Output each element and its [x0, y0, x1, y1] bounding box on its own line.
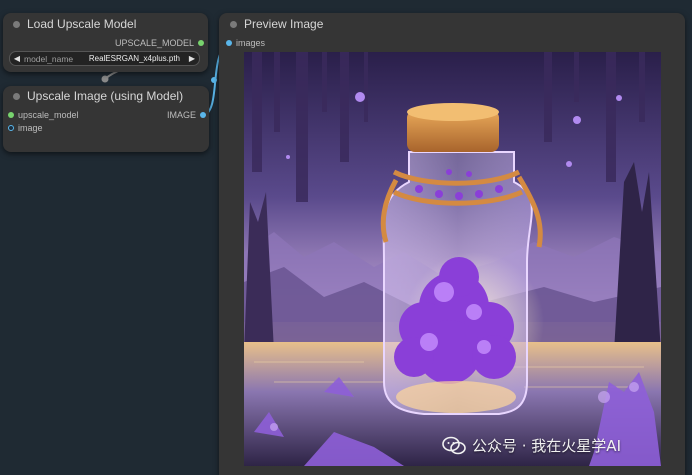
input-label: images [236, 38, 266, 48]
widget-label: model_name [24, 53, 74, 64]
input-label: upscale_model [18, 110, 79, 120]
load-upscale-model-node[interactable]: Load Upscale Model UPSCALE_MODEL ◀ model… [3, 13, 208, 72]
widget-value: RealESRGAN_x4plus.pth [88, 54, 180, 63]
output-connector-dot[interactable] [200, 112, 206, 118]
node-title: Upscale Image (using Model) [27, 89, 184, 103]
circle-dot-icon[interactable] [13, 92, 20, 100]
link-image-midpoint[interactable] [211, 77, 217, 83]
output-slot-upscale-model[interactable]: UPSCALE_MODEL [115, 38, 204, 48]
node-title: Load Upscale Model [27, 17, 137, 31]
output-label: IMAGE [166, 110, 196, 120]
link-midpoint-handle[interactable] [101, 75, 109, 83]
output-slot-image[interactable]: IMAGE [167, 110, 206, 120]
model-name-combo[interactable]: ◀ model_name RealESRGAN_x4plus.pth ▶ [9, 51, 200, 66]
upscale-image-node[interactable]: Upscale Image (using Model) upscale_mode… [3, 86, 209, 152]
triangle-left-icon[interactable]: ◀ [10, 54, 24, 63]
circle-dot-icon[interactable] [230, 20, 237, 28]
node-title: Preview Image [244, 17, 324, 31]
input-connector-dot[interactable] [8, 112, 14, 118]
circle-dot-icon[interactable] [13, 20, 20, 28]
bottle-illustration [244, 52, 661, 466]
wechat-logo-icon [442, 436, 466, 454]
input-connector-dot[interactable] [226, 40, 232, 46]
node-title-bar[interactable]: Load Upscale Model [3, 13, 208, 35]
node-title-bar[interactable]: Preview Image [219, 13, 685, 35]
input-connector-dot[interactable] [8, 125, 14, 131]
input-slot-image[interactable]: image [8, 123, 43, 133]
node-title-bar[interactable]: Upscale Image (using Model) [3, 85, 209, 107]
input-slot-upscale-model[interactable]: upscale_model [8, 110, 79, 120]
triangle-right-icon[interactable]: ▶ [185, 54, 199, 63]
input-label: image [18, 123, 43, 133]
watermark-text: 公众号 · 我在火星学AI [472, 437, 621, 455]
preview-image[interactable] [244, 52, 661, 466]
watermark: 公众号 · 我在火星学AI [442, 435, 621, 456]
output-label: UPSCALE_MODEL [114, 38, 194, 48]
output-connector-dot[interactable] [198, 40, 204, 46]
input-slot-images[interactable]: images [226, 38, 265, 48]
